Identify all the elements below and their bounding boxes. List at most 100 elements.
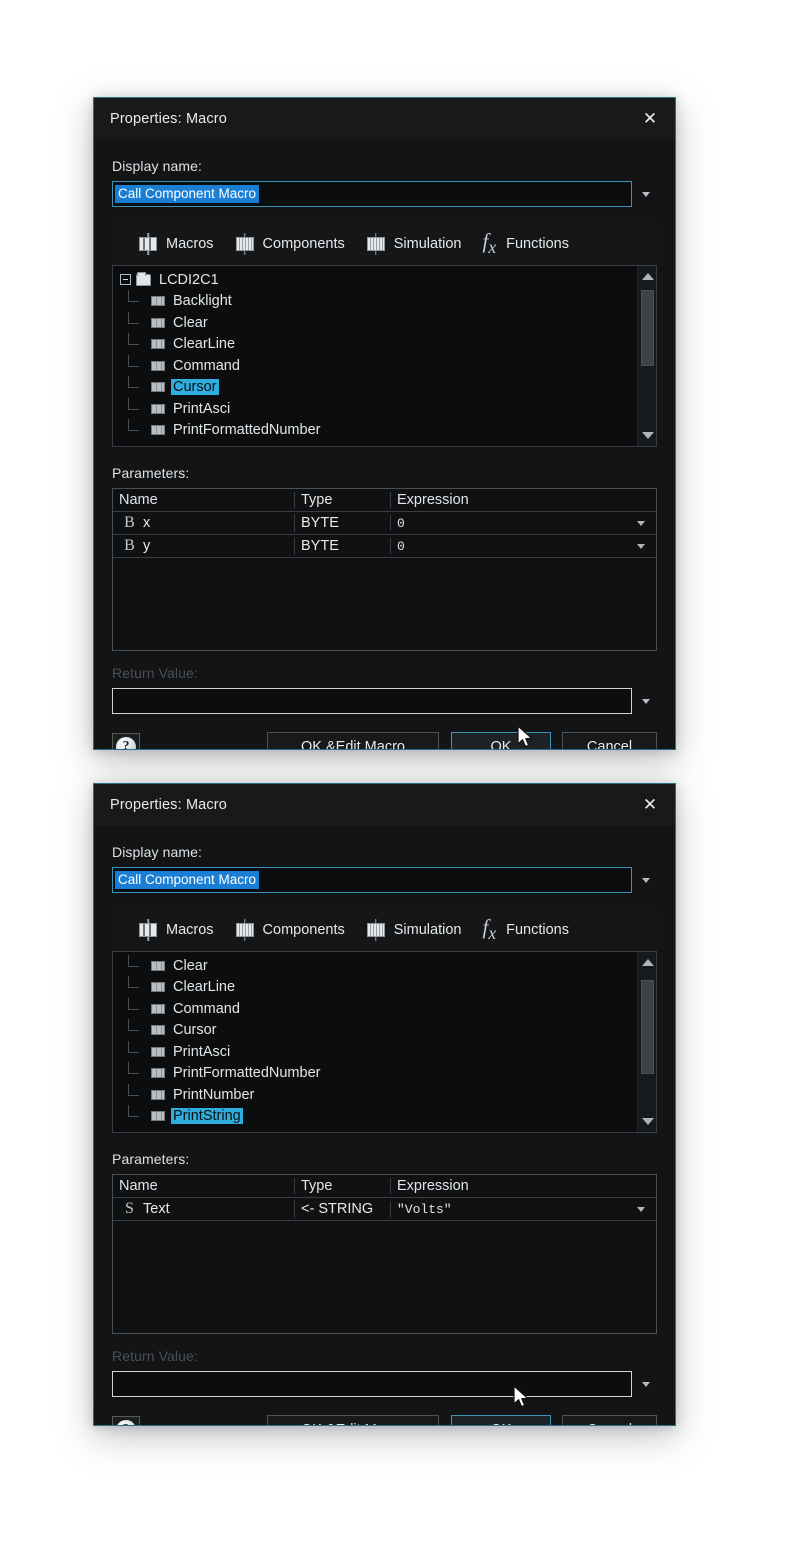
- dialog-2-body: Display name: Call Component Macro Macro…: [94, 844, 675, 1425]
- tab-functions[interactable]: fx Functions: [474, 227, 582, 261]
- dialog-2-titlebar: Properties: Macro ✕: [94, 784, 675, 826]
- list-item-label: ClearLine: [173, 979, 236, 996]
- return-value-dropdown-chevron-down-icon[interactable]: [635, 1371, 657, 1397]
- list-item[interactable]: ClearLine: [117, 976, 637, 999]
- close-icon[interactable]: ✕: [633, 790, 667, 820]
- expression-chevron-down-icon[interactable]: [632, 513, 650, 534]
- scrollbar-thumb[interactable]: [641, 290, 654, 366]
- list-item-label: Cursor: [171, 379, 219, 396]
- tree-root-node[interactable]: LCDI2C1: [117, 269, 637, 291]
- cancel-button[interactable]: Cancel: [562, 732, 657, 749]
- list-item[interactable]: Cursor: [117, 1019, 637, 1042]
- list-item[interactable]: PrintAsci: [117, 1040, 637, 1063]
- help-button[interactable]: ?: [112, 733, 140, 749]
- list-item[interactable]: PrintFormattedNumber: [117, 419, 637, 442]
- tree-scrollbar[interactable]: [637, 952, 656, 1132]
- parameters-table: Name Type Expression B x BYTE 0 B y BYTE…: [112, 488, 657, 651]
- param-name-cell: B x: [113, 514, 295, 532]
- tab-functions[interactable]: fx Functions: [474, 913, 582, 947]
- list-item[interactable]: PrintFormattedNumber: [117, 1062, 637, 1085]
- scroll-down-icon[interactable]: [638, 427, 656, 444]
- tab-macros[interactable]: Macros: [130, 232, 227, 256]
- ok-button[interactable]: OK: [451, 1415, 551, 1425]
- string-type-icon: S: [125, 1200, 134, 1217]
- fx-icon: fx: [482, 229, 497, 258]
- scroll-down-icon[interactable]: [638, 1113, 656, 1130]
- tab-macros[interactable]: Macros: [130, 918, 227, 942]
- list-item-label: PrintString: [171, 1108, 243, 1125]
- param-expression-cell[interactable]: 0: [391, 536, 656, 557]
- list-item-label: PrintAsci: [173, 1043, 231, 1060]
- tab-simulation[interactable]: Simulation: [358, 232, 475, 256]
- list-item[interactable]: Command: [117, 997, 637, 1020]
- table-row[interactable]: B x BYTE 0: [113, 512, 656, 535]
- help-button[interactable]: ?: [112, 1416, 140, 1425]
- macro-icon: [151, 1046, 165, 1057]
- chip-striped-icon: [235, 233, 255, 255]
- param-name-cell: S Text: [113, 1200, 295, 1218]
- ok-edit-pre: OK &: [301, 739, 336, 750]
- scroll-up-icon[interactable]: [638, 954, 656, 971]
- collapse-icon[interactable]: [120, 274, 131, 286]
- ok-and-edit-macro-button[interactable]: OK & Edit Macro: [267, 732, 439, 750]
- list-item-label: Clear: [173, 957, 208, 974]
- return-value-input[interactable]: [112, 1371, 632, 1397]
- list-item[interactable]: PrintAsci: [117, 397, 637, 420]
- scrollbar-thumb[interactable]: [641, 980, 654, 1074]
- column-header-name: Name: [113, 1178, 295, 1194]
- cancel-button[interactable]: Cancel: [562, 1415, 657, 1425]
- macro-icon: [151, 1089, 165, 1100]
- return-value-input[interactable]: [112, 688, 632, 714]
- tree-root-label: LCDI2C1: [159, 271, 219, 288]
- display-name-dropdown-chevron-down-icon[interactable]: [635, 181, 657, 207]
- ok-edit-pre: OK &: [301, 1422, 336, 1425]
- tab-components-label: Components: [262, 922, 345, 938]
- table-row[interactable]: S Text <- STRING "Volts": [113, 1198, 656, 1221]
- macro-tree: Clear ClearLine Command Cursor PrintAsci…: [112, 951, 657, 1133]
- column-header-name: Name: [113, 492, 295, 508]
- tree-scrollbar[interactable]: [637, 266, 656, 446]
- table-row[interactable]: B y BYTE 0: [113, 535, 656, 558]
- return-value-dropdown-chevron-down-icon[interactable]: [635, 688, 657, 714]
- macro-icon: [151, 982, 165, 993]
- ok-button[interactable]: OK: [451, 732, 551, 749]
- dialog-1-title: Properties: Macro: [110, 111, 227, 127]
- return-value-combo: [112, 688, 657, 714]
- dialog-2-tabbar: Macros Components Simulation fx Function…: [112, 909, 657, 951]
- tab-components[interactable]: Components: [227, 232, 358, 256]
- param-expression-cell[interactable]: 0: [391, 513, 656, 534]
- byte-type-icon: B: [124, 537, 135, 554]
- tab-simulation-label: Simulation: [393, 236, 462, 252]
- ok-and-edit-macro-button[interactable]: OK & Edit Macro: [267, 1415, 439, 1425]
- macro-tree: LCDI2C1 Backlight Clear ClearLine Comman…: [112, 265, 657, 447]
- list-item-selected[interactable]: Cursor: [117, 376, 637, 399]
- list-item-label: Command: [173, 357, 240, 374]
- expression-chevron-down-icon[interactable]: [632, 1199, 650, 1220]
- expression-chevron-down-icon[interactable]: [632, 536, 650, 557]
- tab-simulation[interactable]: Simulation: [358, 918, 475, 942]
- folder-icon: [136, 271, 151, 286]
- list-item[interactable]: Command: [117, 354, 637, 377]
- list-item[interactable]: Backlight: [117, 290, 637, 313]
- list-item[interactable]: ClearLine: [117, 333, 637, 356]
- list-item[interactable]: PrintNumber: [117, 1083, 637, 1106]
- macro-icon: [151, 1068, 165, 1079]
- display-name-dropdown-chevron-down-icon[interactable]: [635, 867, 657, 893]
- param-name: Text: [143, 1201, 170, 1217]
- tab-simulation-label: Simulation: [393, 922, 462, 938]
- tab-components[interactable]: Components: [227, 918, 358, 942]
- list-item[interactable]: Clear: [117, 954, 637, 977]
- list-item-selected[interactable]: PrintString: [117, 1105, 637, 1128]
- param-expression: 0: [397, 515, 405, 531]
- list-item[interactable]: Clear: [117, 311, 637, 334]
- return-value-text: [115, 700, 121, 703]
- display-name-input[interactable]: Call Component Macro: [112, 181, 632, 207]
- scroll-up-icon[interactable]: [638, 268, 656, 285]
- param-expression: "Volts": [397, 1201, 452, 1217]
- list-item-label: ClearLine: [173, 336, 236, 353]
- param-expression-cell[interactable]: "Volts": [391, 1199, 656, 1220]
- close-icon[interactable]: ✕: [633, 104, 667, 134]
- display-name-input[interactable]: Call Component Macro: [112, 867, 632, 893]
- display-name-value: Call Component Macro: [115, 185, 260, 203]
- list-item-label: Cursor: [173, 1022, 217, 1039]
